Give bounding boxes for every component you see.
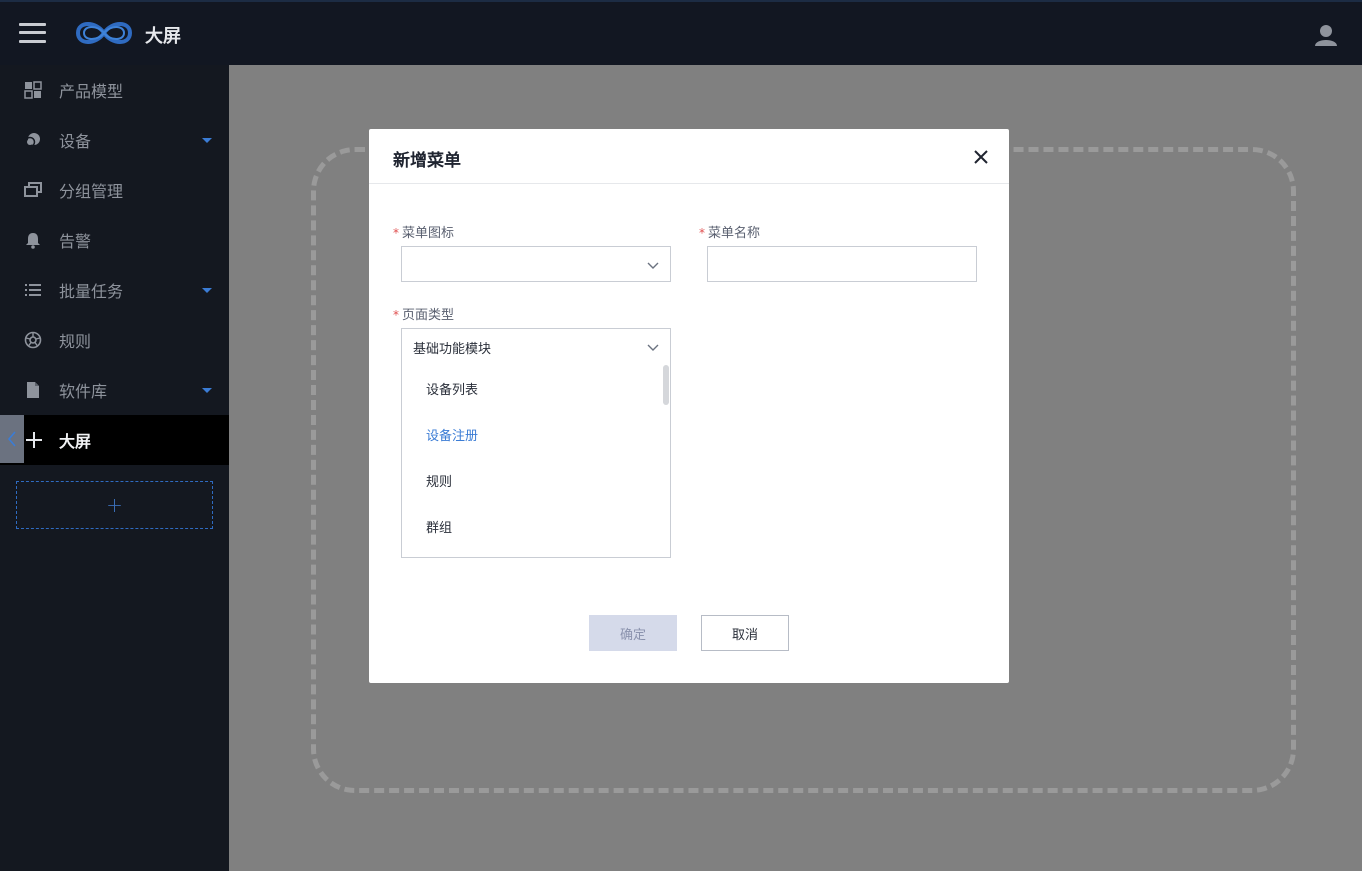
rule-icon: [24, 331, 42, 349]
file-icon: [27, 382, 39, 398]
page-type-value: 基础功能模块: [413, 342, 492, 357]
list-icon: [25, 284, 41, 296]
dropdown-option[interactable]: 设备列表: [426, 379, 478, 398]
cancel-button[interactable]: 取消: [701, 615, 789, 651]
brand-title: 大屏: [145, 26, 181, 47]
page-type-select[interactable]: 基础功能模块: [401, 328, 671, 364]
dialog-title: 新增菜单: [393, 151, 461, 171]
infinity-logo-icon: [75, 22, 133, 44]
required-mark: *: [393, 226, 399, 240]
chevron-down-icon: [647, 344, 659, 351]
group-icon: [24, 182, 42, 197]
menu-icon-label: * 菜单图标: [393, 226, 455, 241]
sidebar-item-group-management[interactable]: 分组管理: [0, 165, 229, 215]
page-type-label: * 页面类型: [393, 308, 455, 323]
menu-name-label: * 菜单名称: [699, 226, 761, 241]
add-menu-button[interactable]: +: [16, 481, 213, 529]
sidebar-collapse-tab[interactable]: [0, 415, 24, 463]
chevron-down-icon: [647, 262, 659, 269]
required-mark: *: [699, 226, 705, 240]
dropdown-option[interactable]: 规则: [426, 471, 452, 490]
grid-icon: [24, 81, 42, 99]
caret-down-icon: [202, 387, 212, 393]
caret-down-icon: [202, 287, 212, 293]
sidebar-item-software-library[interactable]: 软件库: [0, 365, 229, 415]
hamburger-icon[interactable]: [19, 21, 47, 45]
sidebar-item-label: 产品模型: [59, 82, 124, 101]
sidebar-item-label: 设备: [59, 132, 92, 151]
caret-down-icon: [202, 137, 212, 143]
sidebar-item-label: 软件库: [59, 382, 108, 401]
sidebar-item-label: 大屏: [59, 432, 92, 451]
required-mark: *: [393, 308, 399, 322]
close-icon[interactable]: [972, 148, 990, 166]
dialog-divider: [369, 183, 1009, 184]
sidebar-item-label: 批量任务: [59, 282, 124, 301]
dropdown-option[interactable]: 群组: [426, 517, 452, 536]
add-menu-dialog: 新增菜单 * 菜单图标 * 菜单名称 * 页面类型 基础功能模块 设备列表 设备注册 …: [369, 129, 1009, 683]
sidebar-item-batch-task[interactable]: 批量任务: [0, 265, 229, 315]
menu-name-input[interactable]: [707, 246, 977, 282]
bell-icon: [26, 233, 40, 249]
sidebar-item-device[interactable]: 设备: [0, 115, 229, 165]
sidebar-item-product-model[interactable]: 产品模型: [0, 65, 229, 115]
device-icon: [24, 133, 40, 148]
sidebar: 产品模型 设备 分组管理 告警 批量任务 规则 软件库 大屏 +: [0, 65, 229, 871]
top-header: 大屏: [0, 0, 1362, 65]
menu-icon-select[interactable]: [401, 246, 671, 282]
user-avatar-icon[interactable]: [1313, 23, 1339, 47]
sidebar-item-alarm[interactable]: 告警: [0, 215, 229, 265]
confirm-button[interactable]: 确定: [589, 615, 677, 651]
dropdown-scrollbar[interactable]: [663, 365, 669, 405]
sidebar-item-label: 分组管理: [59, 182, 124, 201]
sidebar-item-big-screen[interactable]: 大屏: [0, 415, 229, 465]
sidebar-item-label: 规则: [59, 332, 92, 351]
chevron-left-icon: [7, 431, 16, 447]
sidebar-item-rule[interactable]: 规则: [0, 315, 229, 365]
sidebar-item-label: 告警: [59, 232, 92, 251]
dropdown-option[interactable]: 设备注册: [426, 425, 478, 444]
page-type-dropdown: 设备列表 设备注册 规则 群组: [401, 363, 671, 558]
add-menu-plus: +: [106, 493, 123, 517]
plus-icon: [26, 432, 42, 448]
